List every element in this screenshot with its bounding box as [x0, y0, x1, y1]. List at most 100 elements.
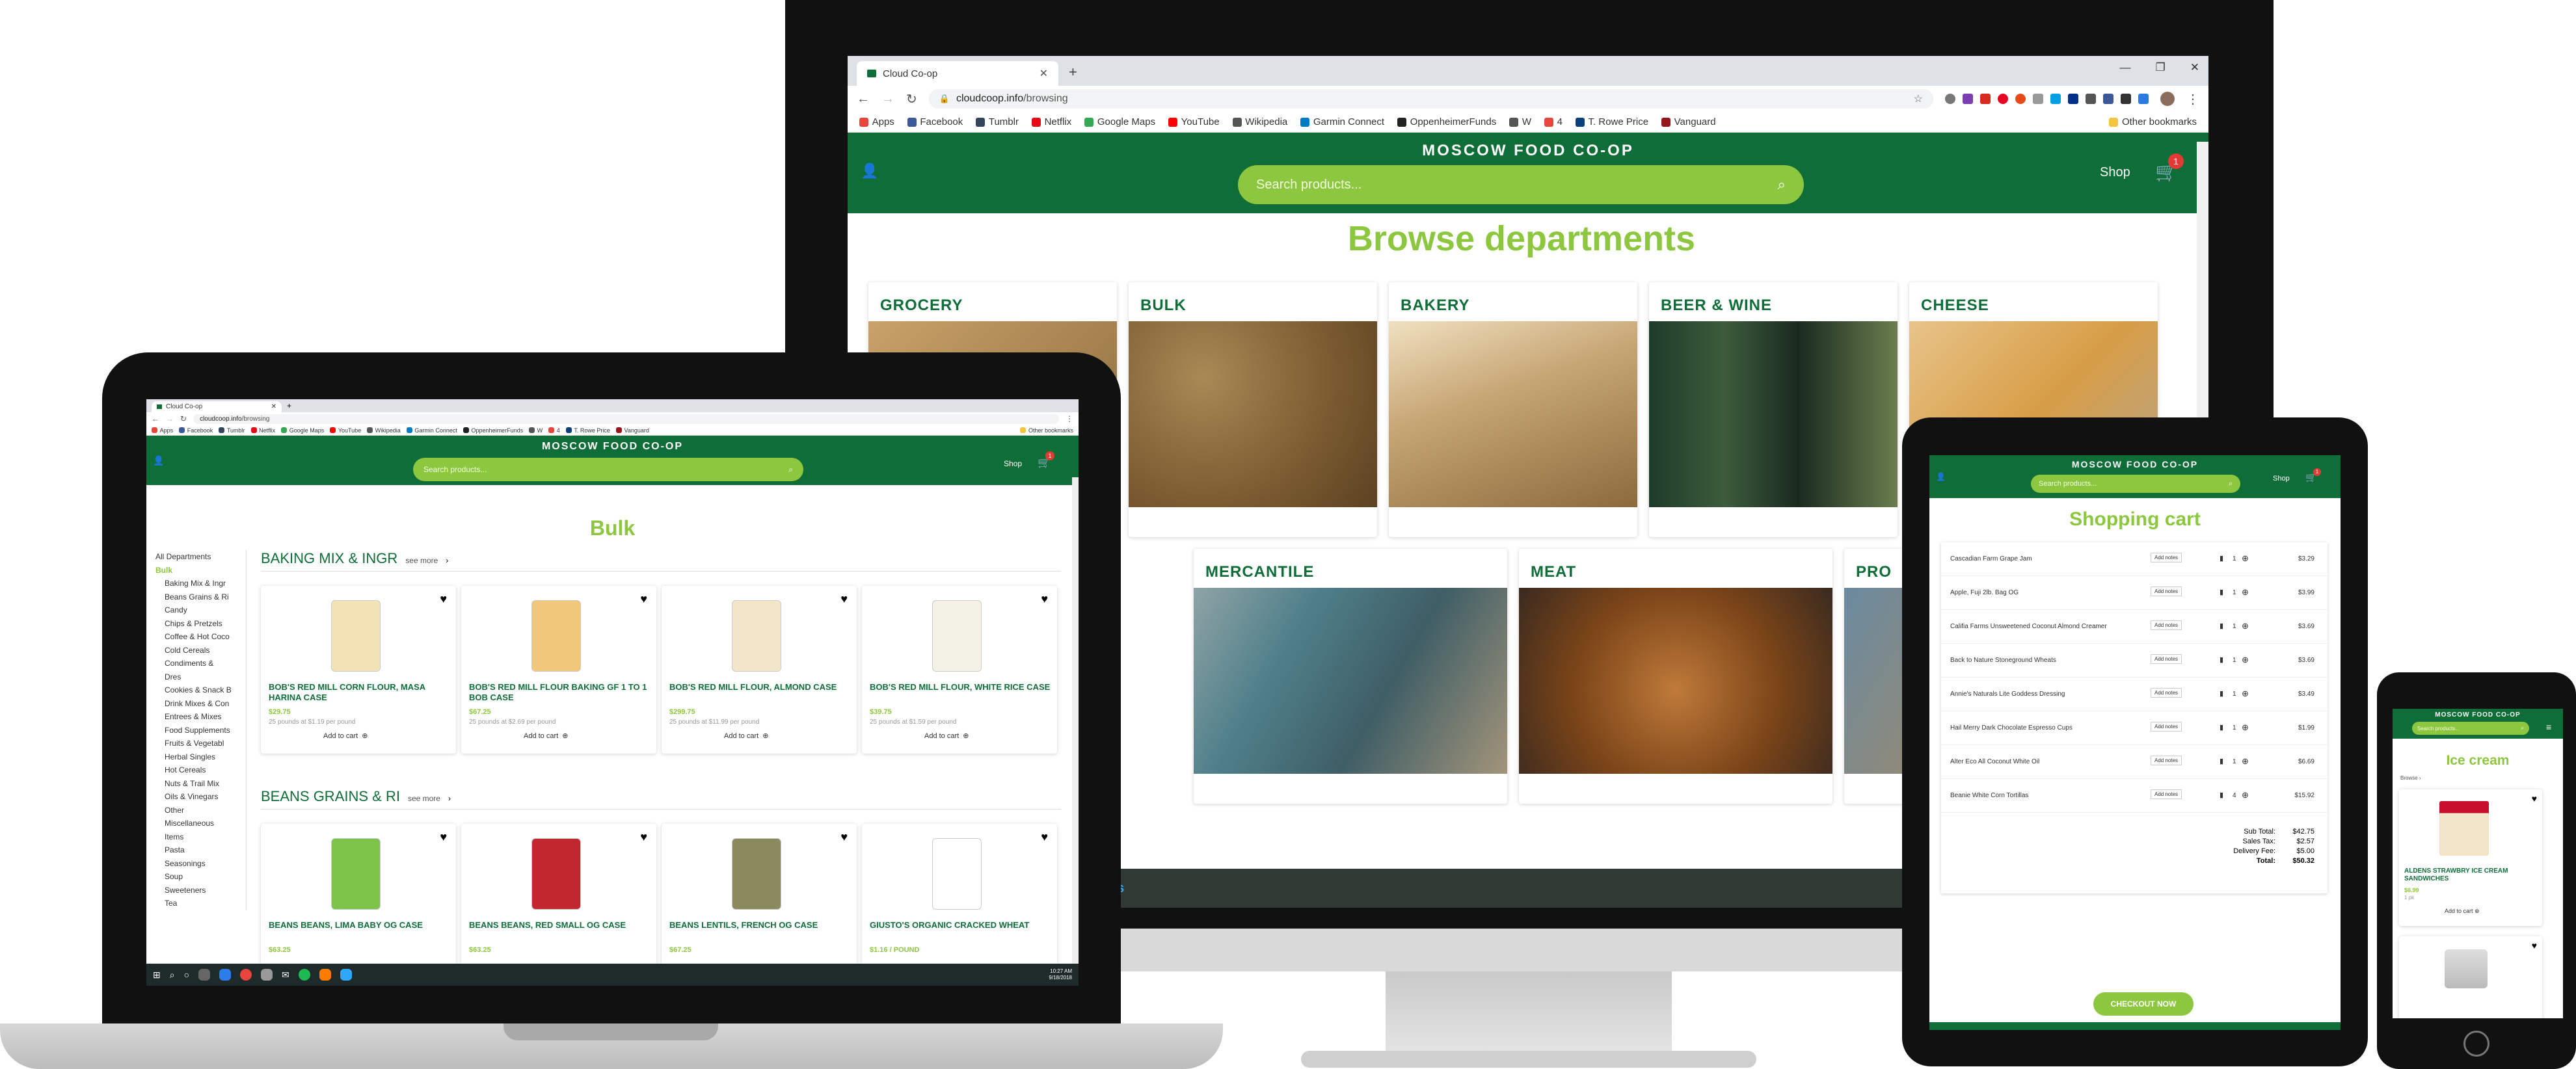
bookmark-item[interactable]: Facebook: [179, 427, 213, 434]
bookmark-item[interactable]: Google Maps: [281, 427, 324, 434]
taskbar-app-icon[interactable]: [219, 969, 232, 981]
bookmark-item[interactable]: Facebook: [907, 116, 963, 127]
see-more-link[interactable]: see more: [408, 794, 440, 803]
product-card[interactable]: ♥: [2399, 936, 2542, 1018]
back-icon[interactable]: ←: [152, 414, 159, 423]
add-notes-button[interactable]: Add notes: [2151, 587, 2182, 596]
bookmark-item[interactable]: W: [1509, 116, 1531, 127]
shop-link[interactable]: Shop: [2100, 165, 2130, 180]
favorite-heart-icon[interactable]: ♥: [840, 592, 848, 606]
department-card[interactable]: BAKERY: [1389, 282, 1637, 537]
bookmark-item[interactable]: Tumblr: [976, 116, 1019, 127]
bookmark-item[interactable]: Wikipedia: [367, 427, 401, 434]
reload-icon[interactable]: ↻: [906, 91, 917, 107]
search-input[interactable]: Search products... ⌕: [2031, 475, 2240, 493]
sidebar-item[interactable]: Oils & Vinegars: [165, 790, 246, 804]
department-card[interactable]: BEER & WINE: [1649, 282, 1898, 537]
trash-icon[interactable]: ▮: [2220, 554, 2223, 562]
increment-icon[interactable]: ⊕: [2242, 722, 2249, 733]
product-card[interactable]: ♥ BEANS BEANS, RED SMALL OG CASE $63.25: [461, 824, 656, 986]
taskbar-app-icon[interactable]: [261, 969, 273, 981]
address-bar[interactable]: cloudcoop.info/browsing: [193, 414, 1059, 424]
browser-tab[interactable]: Cloud Co-op ✕: [857, 61, 1058, 86]
close-tab-icon[interactable]: ✕: [1040, 67, 1048, 80]
add-to-cart-button[interactable]: Add to cart ⊕: [524, 732, 568, 740]
sidebar-item[interactable]: Candy: [165, 603, 246, 617]
windows-start-icon[interactable]: ⊞: [153, 970, 161, 981]
spotify-icon[interactable]: [298, 969, 310, 981]
sidebar-item[interactable]: Beans Grains & Ri: [165, 590, 246, 604]
other-bookmarks[interactable]: Other bookmarks: [2109, 116, 2197, 127]
account-icon[interactable]: 👤: [153, 455, 164, 466]
bookmark-item[interactable]: YouTube: [1168, 116, 1220, 127]
new-tab-icon[interactable]: +: [287, 401, 291, 410]
sidebar-item[interactable]: Sweeteners: [165, 884, 246, 897]
favorite-heart-icon[interactable]: ♥: [640, 592, 647, 606]
sidebar-item[interactable]: Hot Cereals: [165, 763, 246, 777]
sidebar-item[interactable]: Fruits & Vegetabl: [165, 737, 246, 750]
add-to-cart-button[interactable]: Add to cart ⊕: [724, 732, 768, 740]
search-icon[interactable]: ⌕: [2229, 480, 2233, 488]
increment-icon[interactable]: ⊕: [2242, 621, 2249, 631]
reload-icon[interactable]: ↻: [180, 414, 187, 423]
shop-link[interactable]: Shop: [1004, 459, 1022, 468]
search-input[interactable]: Search products... ⌕: [2412, 722, 2529, 735]
sidebar-item[interactable]: Entrees & Mixes: [165, 710, 246, 724]
sidebar-item[interactable]: Pasta: [165, 843, 246, 857]
sidebar-item[interactable]: Baking Mix & Ingr: [165, 577, 246, 590]
search-icon[interactable]: ⌕: [788, 465, 793, 475]
add-to-cart-button[interactable]: Add to cart ⊕: [2445, 908, 2480, 915]
bookmark-item[interactable]: Netflix: [1031, 116, 1071, 127]
trash-icon[interactable]: ▮: [2220, 757, 2223, 765]
favorite-heart-icon[interactable]: ♥: [2532, 793, 2537, 804]
search-icon[interactable]: ⌕: [170, 970, 175, 981]
increment-icon[interactable]: ⊕: [2242, 553, 2249, 564]
see-more-link[interactable]: see more: [405, 556, 438, 565]
other-bookmarks[interactable]: Other bookmarks: [1020, 427, 1073, 434]
trash-icon[interactable]: ▮: [2220, 588, 2223, 596]
add-notes-button[interactable]: Add notes: [2151, 553, 2182, 562]
bookmark-item[interactable]: W: [529, 427, 543, 434]
add-notes-button[interactable]: Add notes: [2151, 722, 2182, 732]
address-bar[interactable]: 🔒 cloudcoop.info/browsing ☆: [928, 89, 1933, 109]
bookmark-item[interactable]: OppenheimerFunds: [1397, 116, 1496, 127]
back-icon[interactable]: ←: [857, 92, 870, 107]
bookmark-item[interactable]: Apps: [859, 116, 894, 127]
sidebar-item[interactable]: Drink Mixes & Con: [165, 697, 246, 711]
product-card[interactable]: ♥ BOB'S RED MILL CORN FLOUR, MASA HARINA …: [261, 586, 456, 754]
minimize-icon[interactable]: —: [2120, 61, 2131, 74]
close-window-icon[interactable]: ✕: [2190, 61, 2199, 74]
sidebar-item[interactable]: Condiments &: [165, 657, 246, 670]
product-card[interactable]: ♥ ALDENS STRAWBRY ICE CREAM SANDWICHES $…: [2399, 789, 2542, 926]
mail-icon[interactable]: ✉: [282, 970, 289, 981]
sidebar-all[interactable]: All Departments: [155, 550, 246, 564]
favorite-heart-icon[interactable]: ♥: [440, 830, 447, 844]
sidebar-item[interactable]: Items: [165, 830, 246, 844]
sidebar-item[interactable]: Tea: [165, 897, 246, 910]
increment-icon[interactable]: ⊕: [2242, 655, 2249, 665]
sidebar-item[interactable]: Soup: [165, 870, 246, 884]
favorite-heart-icon[interactable]: ♥: [2532, 940, 2537, 951]
department-card[interactable]: BULK: [1129, 282, 1377, 537]
photoshop-icon[interactable]: [340, 969, 352, 981]
search-icon[interactable]: ⌕: [1778, 176, 1786, 193]
bookmark-item[interactable]: YouTube: [330, 427, 361, 434]
bookmark-item[interactable]: T. Rowe Price: [1575, 116, 1648, 127]
bookmark-item[interactable]: Vanguard: [615, 427, 649, 434]
bookmark-item[interactable]: Netflix: [250, 427, 275, 434]
new-tab-icon[interactable]: +: [1069, 64, 1077, 81]
increment-icon[interactable]: ⊕: [2242, 587, 2249, 598]
bookmark-item[interactable]: 4: [548, 427, 560, 434]
add-to-cart-button[interactable]: Add to cart ⊕: [924, 732, 969, 740]
product-card[interactable]: ♥ BEANS LENTILS, FRENCH OG CASE $67.25: [662, 824, 857, 986]
forward-icon[interactable]: →: [881, 92, 894, 107]
sidebar-item[interactable]: Food Supplements: [165, 724, 246, 737]
taskbar-app-icon[interactable]: [198, 969, 211, 981]
search-input[interactable]: Search products... ⌕: [413, 458, 803, 481]
trash-icon[interactable]: ▮: [2220, 622, 2223, 630]
sidebar-item[interactable]: Nuts & Trail Mix: [165, 777, 246, 791]
menu-icon[interactable]: ⋮: [1066, 414, 1073, 423]
product-card[interactable]: ♥ BOB'S RED MILL FLOUR BAKING GF 1 TO 1 B…: [461, 586, 656, 754]
department-card[interactable]: MERCANTILE: [1194, 549, 1507, 804]
product-card[interactable]: ♥ BOB'S RED MILL FLOUR, WHITE RICE CASE $3…: [862, 586, 1057, 754]
